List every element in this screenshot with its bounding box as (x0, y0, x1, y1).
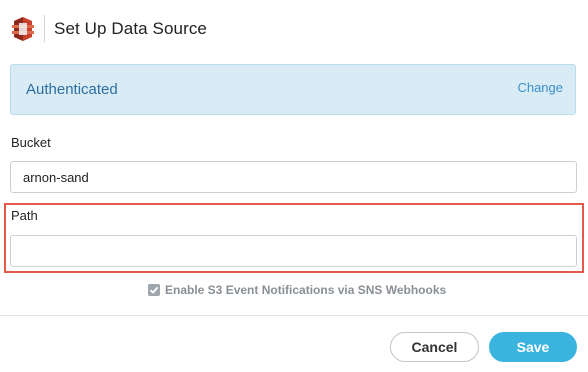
save-button[interactable]: Save (489, 332, 577, 362)
dialog-header: Set Up Data Source (0, 0, 588, 58)
sns-checkbox-label: Enable S3 Event Notifications via SNS We… (165, 283, 447, 297)
dialog-title: Set Up Data Source (54, 19, 207, 38)
path-label: Path (11, 208, 38, 223)
sns-notifications-option[interactable]: Enable S3 Event Notifications via SNS We… (148, 283, 446, 297)
auth-status-text: Authenticated (26, 81, 118, 98)
change-auth-link[interactable]: Change (517, 80, 563, 95)
bucket-input[interactable] (10, 161, 577, 193)
bucket-label: Bucket (11, 135, 51, 150)
footer-divider (0, 315, 588, 316)
path-input[interactable] (10, 235, 577, 267)
auth-status-banner: Authenticated Change (10, 64, 576, 115)
cancel-button[interactable]: Cancel (390, 332, 479, 362)
sns-checkbox[interactable] (148, 284, 160, 296)
checkmark-icon (149, 286, 159, 294)
setup-data-source-dialog: Set Up Data Source Authenticated Change … (0, 0, 588, 372)
aws-s3-icon (10, 16, 36, 42)
header-divider (44, 15, 45, 42)
